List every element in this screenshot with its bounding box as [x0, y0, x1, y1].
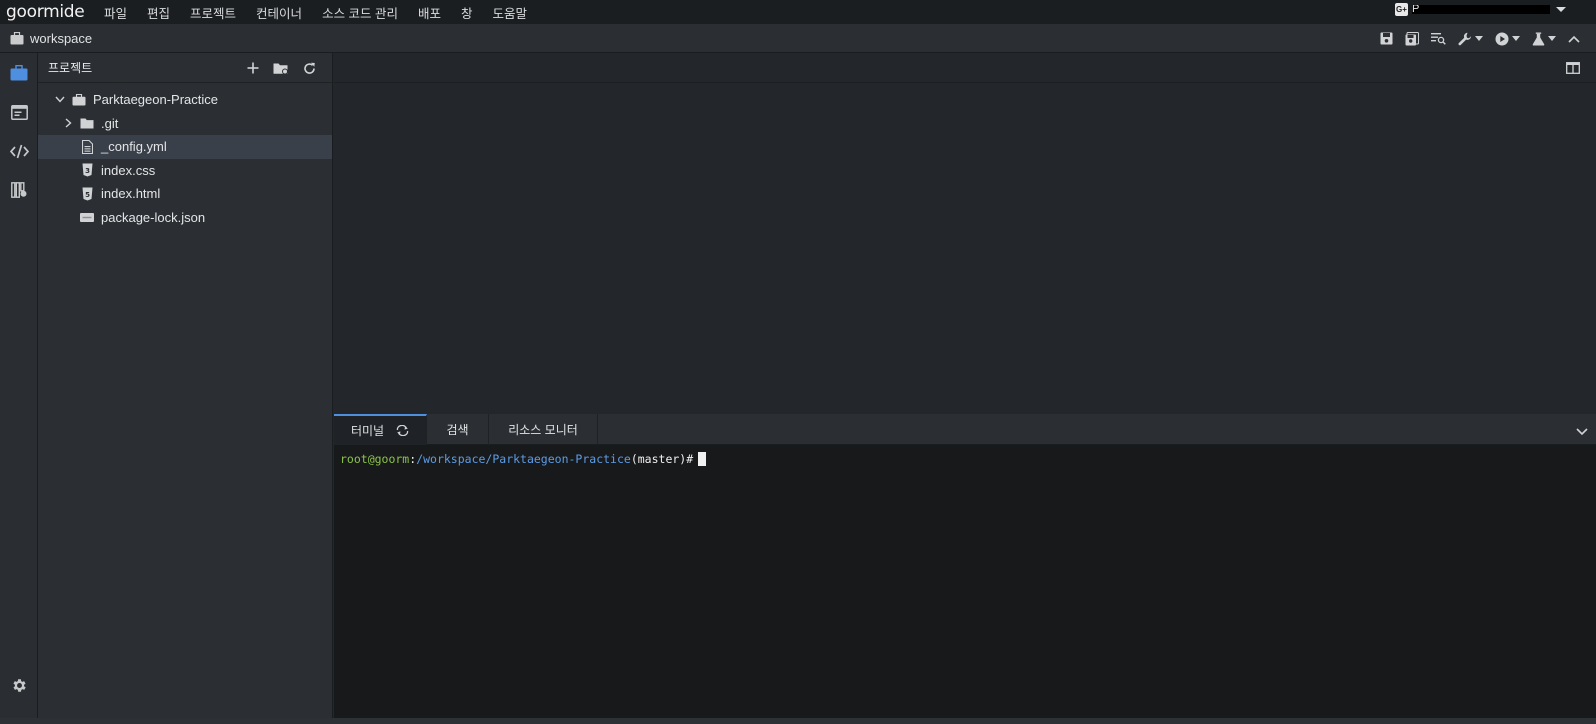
tree-item-label: Parktaegeon-Practice [93, 92, 219, 108]
chevron-up-icon [1568, 35, 1580, 43]
library-view-button[interactable] [0, 175, 38, 205]
tab-label: 터미널 [350, 424, 385, 438]
tab-label: 리소스 모니터 [508, 423, 578, 437]
project-icon [10, 65, 28, 81]
tab-search[interactable]: 검색 [427, 414, 489, 445]
tree-item-config-yml[interactable]: _config.yml [38, 135, 332, 159]
menu-edit[interactable]: 편집 [147, 3, 170, 22]
menu-file[interactable]: 파일 [104, 3, 127, 22]
menu-bar: goormide 파일 편집 프로젝트 컨테이너 소스 코드 관리 배포 창 도… [0, 0, 1596, 24]
refresh-terminal-icon[interactable] [396, 425, 409, 436]
tree-item-label: _config.yml [101, 139, 167, 155]
tools-menu-button[interactable] [1452, 24, 1489, 53]
menu-scm[interactable]: 소스 코드 관리 [322, 3, 398, 22]
status-bar [0, 718, 1596, 724]
split-layout-icon [1566, 62, 1580, 74]
chevron-down-icon [1475, 36, 1483, 41]
svg-text:3: 3 [85, 167, 90, 175]
svg-text:5: 5 [85, 191, 90, 199]
menu-deploy[interactable]: 배포 [418, 3, 441, 22]
find-button[interactable] [1425, 24, 1452, 53]
save-all-icon [1405, 31, 1419, 45]
tab-terminal[interactable]: 터미널 [334, 414, 427, 445]
terminal-cursor [698, 452, 707, 466]
save-all-button[interactable] [1399, 24, 1425, 53]
run-icon [1495, 32, 1509, 45]
tree-item-label: index.html [101, 186, 161, 202]
account-menu[interactable]: G+ P [1395, 3, 1566, 16]
find-icon [1431, 33, 1446, 45]
code-icon [9, 144, 29, 158]
menu-project[interactable]: 프로젝트 [190, 3, 236, 22]
briefcase-icon [10, 31, 24, 44]
google-plus-icon: G+ [1395, 3, 1408, 16]
terminal-branch: (master)# [630, 452, 694, 466]
activity-bar [0, 53, 38, 718]
chevron-down-icon[interactable] [52, 96, 68, 103]
menu-container[interactable]: 컨테이너 [256, 3, 302, 22]
json-file-icon [80, 212, 94, 222]
run-menu-button[interactable] [1489, 24, 1526, 53]
terminal-output[interactable]: root@goorm:/workspace/Parktaegeon-Practi… [334, 445, 1596, 473]
terminal-window-icon [10, 104, 28, 120]
chevron-down-icon [1548, 36, 1556, 41]
tree-item-git-folder[interactable]: .git [38, 112, 332, 136]
settings-icon [12, 678, 26, 692]
tree-item-project-root[interactable]: Parktaegeon-Practice [38, 88, 332, 112]
html5-icon: 5 [80, 187, 94, 201]
bottom-panel-tabs: 터미널 검색 리소스 모니터 [334, 414, 1596, 445]
collapse-panel-button[interactable] [1576, 423, 1588, 441]
tree-item-package-lock-json[interactable]: package-lock.json [38, 206, 332, 230]
tree-item-label: .git [101, 115, 119, 131]
terminal-path: /workspace/Parktaegeon-Practice [416, 452, 631, 466]
chevron-down-icon [1556, 7, 1566, 12]
settings-button[interactable] [0, 670, 38, 700]
wrench-icon [1458, 32, 1471, 45]
tab-label: 검색 [446, 423, 469, 437]
menu-help[interactable]: 도움말 [493, 3, 528, 22]
workspace-label: workspace [30, 30, 93, 46]
folder-icon [80, 118, 94, 129]
project-explorer-header: 프로젝트 [38, 53, 332, 83]
tab-resource-monitor[interactable]: 리소스 모니터 [489, 414, 598, 445]
file-text-icon [80, 139, 94, 154]
chevron-down-icon [1576, 428, 1588, 436]
refresh-icon[interactable] [303, 62, 316, 75]
code-view-button[interactable] [0, 136, 38, 166]
tree-item-label: index.css [101, 162, 156, 178]
css3-icon: 3 [80, 163, 94, 177]
file-tree: Parktaegeon-Practice .git _config.yml 3 … [38, 83, 332, 229]
project-explorer: 프로젝트 Parktaegeon-Practice .git _config.y… [38, 53, 333, 718]
menu-window[interactable]: 창 [461, 3, 473, 22]
test-menu-button[interactable] [1526, 24, 1562, 53]
account-name: P [1412, 5, 1550, 14]
workspace-toolbar: workspace [0, 24, 1596, 53]
chevron-down-icon [1512, 36, 1520, 41]
briefcase-icon [72, 93, 86, 106]
tree-item-index-html[interactable]: 5 index.html [38, 182, 332, 206]
outline-view-button[interactable] [0, 97, 38, 127]
split-editor-button[interactable] [1566, 61, 1580, 79]
editor-tab-bar [334, 53, 1596, 83]
terminal-user: root@goorm [340, 452, 410, 466]
editor-area[interactable] [334, 53, 1596, 414]
library-icon [10, 182, 26, 198]
project-explorer-title: 프로젝트 [48, 61, 93, 75]
new-folder-icon[interactable] [273, 62, 289, 75]
tree-item-index-css[interactable]: 3 index.css [38, 159, 332, 183]
tree-item-label: package-lock.json [101, 209, 206, 225]
app-logo[interactable]: goormide [0, 2, 104, 22]
bottom-panel: 터미널 검색 리소스 모니터 root@goorm:/workspace/Par… [334, 414, 1596, 718]
workspace-title: workspace [0, 31, 92, 46]
save-icon [1380, 32, 1393, 45]
project-explorer-button[interactable] [0, 58, 38, 88]
add-icon[interactable] [247, 62, 259, 74]
flask-icon [1532, 32, 1545, 45]
save-button[interactable] [1374, 24, 1399, 53]
chevron-right-icon[interactable] [60, 118, 76, 128]
collapse-toolbar-button[interactable] [1562, 24, 1586, 53]
